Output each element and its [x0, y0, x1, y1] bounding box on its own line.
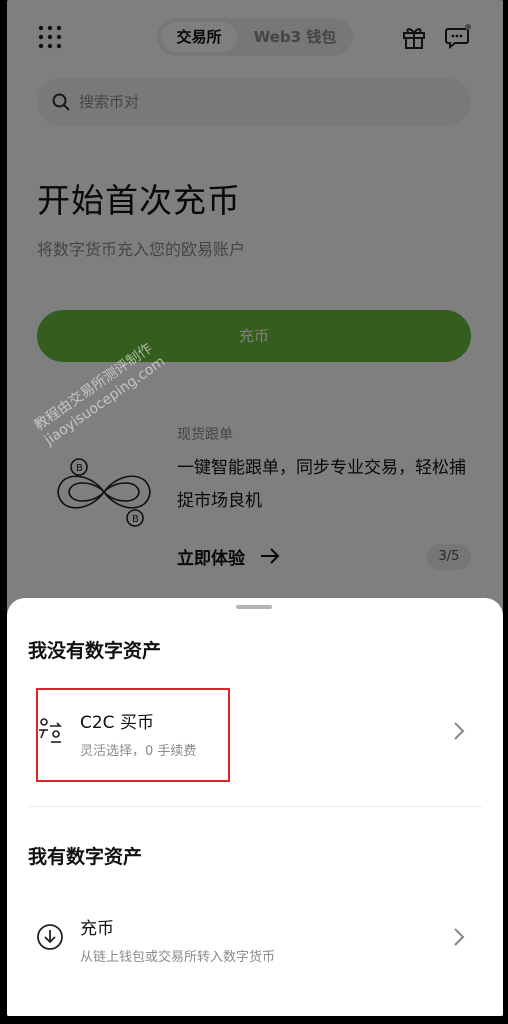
deposit-option-title: 充币	[80, 919, 114, 939]
chevron-right-icon	[454, 928, 465, 946]
section-no-assets-title: 我没有数字资产	[28, 640, 162, 662]
deposit-option[interactable]: 充币 从链上钱包或交易所转入数字货币	[28, 896, 488, 986]
app-screen: 交易所 Web3 钱包 搜索币对 开始首次充币 将数字货币充入您的欧易账户 充币…	[7, 0, 503, 1016]
divider	[28, 806, 482, 807]
chevron-right-icon	[454, 722, 465, 740]
deposit-option-subtitle: 从链上钱包或交易所转入数字货币	[80, 950, 276, 965]
section-has-assets-title: 我有数字资产	[28, 846, 143, 868]
deposit-options-sheet: 我没有数字资产 C2C 买币 灵活选择，0 手续费 我有数字资产 充币 从链上钱…	[7, 598, 503, 1016]
sheet-drag-handle[interactable]	[236, 605, 272, 609]
highlight-box	[36, 688, 230, 782]
c2c-buy-option[interactable]: C2C 买币 灵活选择，0 手续费	[28, 688, 488, 782]
download-circle-icon	[37, 924, 63, 950]
